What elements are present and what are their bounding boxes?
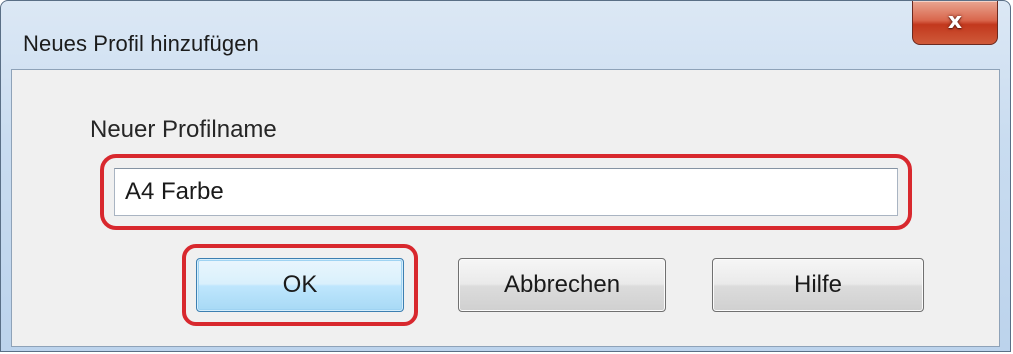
ok-button[interactable]: OK bbox=[196, 258, 404, 312]
dialog-content: Neuer Profilname OK Abbrechen Hilfe bbox=[11, 69, 1000, 347]
dialog-window: Neues Profil hinzufügen x Neuer Profilna… bbox=[0, 0, 1011, 352]
title-bar[interactable]: Neues Profil hinzufügen x bbox=[1, 1, 1010, 69]
close-icon: x bbox=[947, 8, 963, 34]
dialog-title: Neues Profil hinzufügen bbox=[23, 31, 259, 56]
profile-name-label: Neuer Profilname bbox=[90, 116, 277, 143]
profile-name-input[interactable] bbox=[114, 168, 898, 216]
cancel-button[interactable]: Abbrechen bbox=[458, 258, 666, 312]
close-button[interactable]: x bbox=[912, 1, 998, 45]
help-button[interactable]: Hilfe bbox=[712, 258, 924, 312]
